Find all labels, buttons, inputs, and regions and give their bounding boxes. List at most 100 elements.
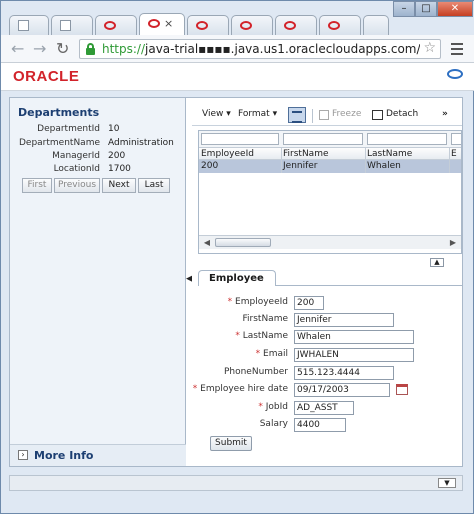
browser-tab[interactable] — [51, 15, 93, 35]
column-header[interactable]: EmployeeId — [201, 149, 254, 159]
field-label: LocationId — [53, 164, 100, 174]
browser-tab[interactable] — [275, 15, 317, 35]
required-mark: * — [192, 384, 198, 394]
filter-email[interactable] — [451, 133, 461, 145]
new-tab-button[interactable] — [363, 15, 389, 35]
required-mark: * — [258, 402, 263, 412]
browser-tab[interactable] — [95, 15, 137, 35]
field-value: 10 — [108, 124, 120, 134]
first-button[interactable]: First — [22, 178, 52, 193]
field-value: 1700 — [108, 164, 131, 174]
status-dropdown-icon[interactable]: ▼ — [438, 478, 456, 488]
table-collapse-bar: ▲ — [198, 258, 462, 268]
filter-employee-id[interactable] — [201, 133, 279, 145]
freeze-button[interactable]: Freeze — [332, 109, 361, 119]
page-icon — [18, 20, 29, 31]
wrap-icon[interactable] — [288, 107, 306, 123]
more-info-label: More Info — [34, 449, 94, 462]
salary-row: Salary 4400 — [192, 418, 462, 432]
table-row[interactable]: 200 Jennifer Whalen — [199, 160, 461, 173]
email-row: * Email JWHALEN — [192, 348, 462, 362]
browser-tab[interactable] — [319, 15, 361, 35]
browser-tab[interactable] — [231, 15, 273, 35]
collapse-up-icon[interactable]: ▲ — [430, 258, 444, 267]
detach-button[interactable]: Detach — [386, 109, 418, 119]
format-menu[interactable]: Format ▾ — [238, 109, 277, 119]
minimize-button[interactable]: – — [393, 1, 415, 17]
browser-tab[interactable] — [9, 15, 49, 35]
freeze-icon — [319, 110, 329, 120]
last-name-row: * LastName Whalen — [192, 330, 462, 344]
reload-icon[interactable]: ↻ — [56, 39, 69, 58]
forward-icon[interactable]: → — [33, 39, 46, 58]
field-label-text: Email — [263, 349, 288, 359]
required-mark: * — [255, 349, 261, 359]
previous-button[interactable]: Previous — [54, 178, 100, 193]
scroll-left-icon[interactable]: ◀ — [201, 237, 213, 248]
maximize-button[interactable]: □ — [415, 1, 437, 17]
employees-panel: View ▾ Format ▾ Freeze Detach » Employee… — [192, 98, 462, 466]
salary-input[interactable]: 4400 — [294, 418, 346, 432]
horizontal-scrollbar[interactable]: ◀ ▶ — [199, 235, 461, 249]
field-value: 200 — [108, 151, 126, 161]
manager-id-row: ManagerId 200 — [10, 151, 186, 164]
view-menu[interactable]: View ▾ — [202, 109, 231, 119]
detach-icon — [372, 110, 383, 120]
first-name-row: FirstName Jennifer — [192, 313, 462, 327]
hire-date-input[interactable]: 09/17/2003 — [294, 383, 390, 397]
field-label: * Employee hire date — [193, 384, 288, 394]
filter-last-name[interactable] — [367, 133, 447, 145]
close-window-button[interactable]: ✕ — [437, 1, 473, 17]
column-divider[interactable] — [281, 147, 282, 173]
column-header[interactable]: LastName — [367, 149, 412, 159]
job-id-row: * JobId AD_ASST — [192, 401, 462, 415]
close-tab-icon[interactable]: × — [164, 17, 173, 30]
employee-id-row: * EmployeeId 200 — [192, 296, 462, 310]
filter-first-name[interactable] — [283, 133, 363, 145]
navigation-bar: ← → ↻ https://java-trial▪▪▪▪.java.us1.or… — [1, 35, 474, 63]
url-text: https://java-trial▪▪▪▪.java.us1.oraclecl… — [102, 42, 420, 56]
scroll-right-icon[interactable]: ▶ — [447, 237, 459, 248]
employee-id-input[interactable]: 200 — [294, 296, 324, 310]
departments-panel: Departments DepartmentId 10 DepartmentNa… — [10, 98, 186, 466]
toolbar-separator — [312, 109, 313, 123]
field-label-text: EmployeeId — [235, 297, 288, 307]
more-info-accordion[interactable]: › More Info — [10, 444, 186, 466]
column-divider[interactable] — [365, 147, 366, 173]
submit-button[interactable]: Submit — [210, 436, 252, 451]
email-input[interactable]: JWHALEN — [294, 348, 414, 362]
back-icon[interactable]: ← — [11, 39, 24, 58]
oracle-badge-icon — [447, 69, 463, 79]
table-toolbar: View ▾ Format ▾ Freeze Detach » — [192, 106, 462, 126]
field-label-text: Employee hire date — [200, 384, 288, 394]
column-header[interactable]: FirstName — [283, 149, 329, 159]
last-name-input[interactable]: Whalen — [294, 330, 414, 344]
job-id-input[interactable]: AD_ASST — [294, 401, 354, 415]
next-button[interactable]: Next — [102, 178, 136, 193]
browser-tab-active[interactable]: × — [139, 13, 185, 35]
field-label: PhoneNumber — [223, 367, 288, 377]
calendar-icon[interactable] — [396, 384, 408, 395]
table-header: EmployeeId FirstName LastName E — [199, 147, 461, 160]
oracle-icon — [196, 21, 208, 30]
department-id-row: DepartmentId 10 — [10, 124, 186, 137]
phone-number-input[interactable]: 515.123.4444 — [294, 366, 394, 380]
oracle-icon — [284, 21, 296, 30]
browser-tab[interactable] — [187, 15, 229, 35]
menu-icon[interactable] — [449, 40, 465, 56]
field-label: ManagerId — [52, 151, 100, 161]
last-button[interactable]: Last — [138, 178, 170, 193]
scrollbar-thumb[interactable] — [215, 238, 271, 247]
column-header[interactable]: E — [451, 149, 457, 159]
field-label: * JobId — [258, 402, 288, 412]
column-divider[interactable] — [449, 147, 450, 173]
employee-form: Employee * EmployeeId 200 FirstName Jenn… — [192, 270, 462, 466]
toolbar-overflow-icon[interactable]: » — [442, 109, 448, 119]
required-mark: * — [227, 297, 233, 307]
browser-window: × – □ ✕ ← → ↻ https://java-trial▪▪▪▪.jav… — [0, 0, 474, 514]
address-bar[interactable]: https://java-trial▪▪▪▪.java.us1.oraclecl… — [79, 39, 441, 59]
first-name-input[interactable]: Jennifer — [294, 313, 394, 327]
oracle-icon — [104, 21, 116, 30]
tab-employee[interactable]: Employee — [198, 270, 276, 286]
bookmark-star-icon[interactable]: ☆ — [423, 40, 436, 56]
